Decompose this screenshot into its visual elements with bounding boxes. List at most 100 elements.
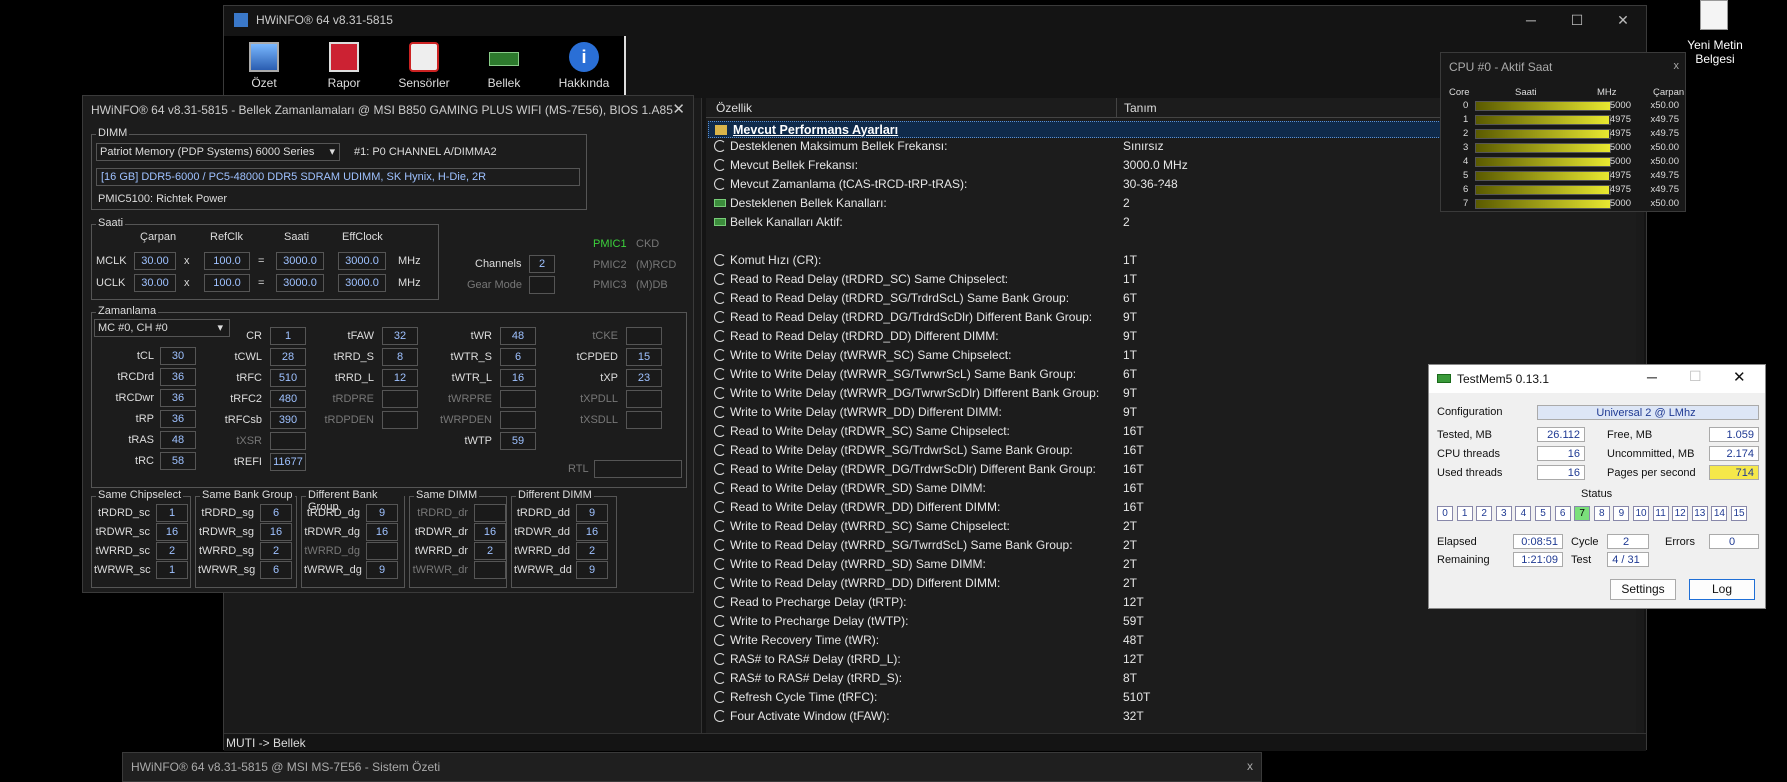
row-value: 9T — [1123, 310, 1138, 325]
clock-icon — [714, 254, 726, 267]
table-row[interactable]: Write to Write Delay (tWRWR_SC) Same Chi… — [706, 347, 1641, 364]
table-row[interactable]: Refresh Cycle Time (tRFC): 510T — [706, 689, 1641, 706]
toolbar-ozet-button[interactable]: Özet — [234, 42, 294, 94]
clock-icon — [714, 292, 726, 305]
h-clk: Saati — [284, 231, 310, 243]
table-row[interactable]: Read to Read Delay (tRDRD_DG/TrdrdScDlr)… — [706, 309, 1641, 326]
mclk-label: MCLK — [96, 255, 127, 267]
dimm-group-title: DIMM — [96, 127, 130, 139]
timing-value: 15 — [626, 348, 662, 366]
bank-timing-label: tRDRD_dg — [306, 507, 360, 519]
testmem-maximize-button[interactable]: ☐ — [1689, 368, 1702, 385]
bank-timing-label: tWRRD_dr — [414, 545, 468, 557]
toolbar-hakkinda-button[interactable]: i Hakkında — [554, 42, 614, 94]
section-title: Mevcut Performans Ayarları — [733, 122, 899, 137]
status-box: 2 — [1476, 506, 1493, 521]
bank-timing-label: tWRRD_dg — [304, 545, 360, 557]
row-name: Komut Hızı (CR): — [730, 253, 822, 268]
h-ref: RefClk — [210, 231, 244, 243]
memory-close-button[interactable]: ✕ — [672, 100, 685, 118]
clock-icon — [714, 710, 726, 723]
timing-label: tCKE — [592, 330, 618, 342]
row-name: Read to Write Delay (tRDWR_DD) Different… — [730, 500, 1001, 515]
table-row[interactable]: RAS# to RAS# Delay (tRRD_S): 8T — [706, 670, 1641, 687]
status-box: 7 — [1574, 506, 1591, 521]
toolbar-label: Rapor — [327, 76, 361, 90]
core-mult: x50.00 — [1650, 100, 1679, 111]
table-row[interactable]: Read to Read Delay (tRDRD_SC) Same Chips… — [706, 271, 1641, 288]
row-name: Read to Read Delay (tRDRD_SG/TrdrdScL) S… — [730, 291, 1070, 306]
row-value: 12T — [1123, 595, 1144, 610]
core-mult: x49.75 — [1650, 128, 1679, 139]
table-row[interactable]: RAS# to RAS# Delay (tRRD_L): 12T — [706, 651, 1641, 668]
dimm-select[interactable]: Patriot Memory (PDP Systems) 6000 Series… — [96, 143, 340, 161]
cpu-clock-close-button[interactable]: x — [1674, 60, 1680, 72]
timing-label: tWRPDEN — [440, 414, 492, 426]
summary-window[interactable]: HWiNFO® 64 v8.31-5815 @ MSI MS-7E56 - Si… — [122, 752, 1262, 782]
log-button[interactable]: Log — [1689, 579, 1755, 600]
bank-timing-label: tWRWR_dg — [304, 564, 362, 576]
uclk-label: UCLK — [96, 277, 126, 289]
mclk-mult: 30.00 — [134, 252, 176, 270]
mhz-unit: MHz — [398, 277, 421, 289]
pmic1-label: PMIC1 — [593, 238, 627, 250]
toolbar-rapor-button[interactable]: Rapor — [314, 42, 374, 94]
row-value: 16T — [1123, 424, 1144, 439]
bank-timing-label: tWRWR_dr — [412, 564, 468, 576]
timing-label: tWTP — [464, 435, 493, 447]
toolbar-sensorler-button[interactable]: Sensörler — [394, 42, 454, 94]
clock-icon — [714, 501, 726, 514]
summary-close-button[interactable]: x — [1247, 759, 1253, 773]
settings-button[interactable]: Settings — [1610, 579, 1676, 600]
timing-label: tXSDLL — [580, 414, 618, 426]
ram-icon — [714, 218, 726, 227]
eq-sign: = — [258, 255, 265, 267]
uncommitted-label: Uncommitted, MB — [1607, 448, 1695, 460]
table-row[interactable]: Write Recovery Time (tWR): 48T — [706, 632, 1641, 649]
row-value: 9T — [1123, 386, 1138, 401]
ckd-label: CKD — [636, 238, 660, 250]
bank-group: Different Bank Group tRDRD_dg 9 tRDWR_dg 16 t… — [301, 489, 405, 588]
minimize-button[interactable]: ─ — [1508, 6, 1554, 34]
testmem-minimize-button[interactable]: ─ — [1647, 369, 1657, 385]
row-name: Four Activate Window (tFAW): — [730, 709, 890, 724]
row-value: 8T — [1123, 671, 1138, 686]
table-row[interactable]: Read to Read Delay (tRDRD_SG/TrdrdScL) S… — [706, 290, 1641, 307]
clock-bar-fill — [1476, 144, 1610, 152]
table-row[interactable]: Four Activate Window (tFAW): 32T — [706, 708, 1641, 725]
row-name: Read to Precharge Delay (tRTP): — [730, 595, 907, 610]
col-feature-header[interactable]: Özellik — [716, 101, 752, 115]
close-button[interactable]: ✕ — [1600, 6, 1646, 34]
table-row[interactable] — [706, 233, 1641, 250]
table-row[interactable]: Komut Hızı (CR): 1T — [706, 252, 1641, 269]
table-row[interactable]: Read to Read Delay (tRDRD_DD) Different … — [706, 328, 1641, 345]
timing-label: tCL — [136, 350, 154, 362]
col-desc-header[interactable]: Tanım — [1124, 101, 1157, 115]
app-icon — [234, 13, 248, 27]
maximize-button[interactable]: ☐ — [1554, 6, 1600, 34]
toolbar-label: Sensörler — [398, 76, 450, 90]
clock-icon — [714, 368, 726, 381]
errors-label: Errors — [1665, 536, 1695, 548]
row-name: Mevcut Zamanlama (tCAS-tRCD-tRP-tRAS): — [730, 177, 968, 192]
timing-label: tRDPRE — [332, 393, 374, 405]
testmem-close-button[interactable]: ✕ — [1733, 368, 1746, 386]
status-box: 6 — [1554, 506, 1571, 521]
row-value: 2 — [1123, 215, 1130, 230]
cpu-clock-window: CPU #0 - Aktif Saat x Core Saati MHz Çar… — [1440, 52, 1686, 212]
pmic2-label: PMIC2 — [593, 259, 627, 271]
table-row[interactable]: Write to Precharge Delay (tWTP): 59T — [706, 613, 1641, 630]
col-divider — [1116, 98, 1117, 118]
status-box: 5 — [1535, 506, 1551, 521]
clock-icon — [714, 596, 726, 609]
bank-timing-label: tRDWR_dd — [514, 526, 570, 538]
col-core: Core — [1449, 87, 1470, 98]
timing-value: 59 — [500, 432, 536, 450]
row-value: 30-36-?48 — [1123, 177, 1178, 192]
clock-icon — [714, 311, 726, 324]
table-row[interactable]: Bellek Kanalları Aktif: 2 — [706, 214, 1641, 231]
toolbar-bellek-button[interactable]: Bellek — [474, 42, 534, 94]
row-name: Read to Write Delay (tRDWR_SD) Same DIMM… — [730, 481, 986, 496]
clock-bar-fill — [1476, 130, 1610, 138]
thermometer-icon — [409, 42, 439, 72]
